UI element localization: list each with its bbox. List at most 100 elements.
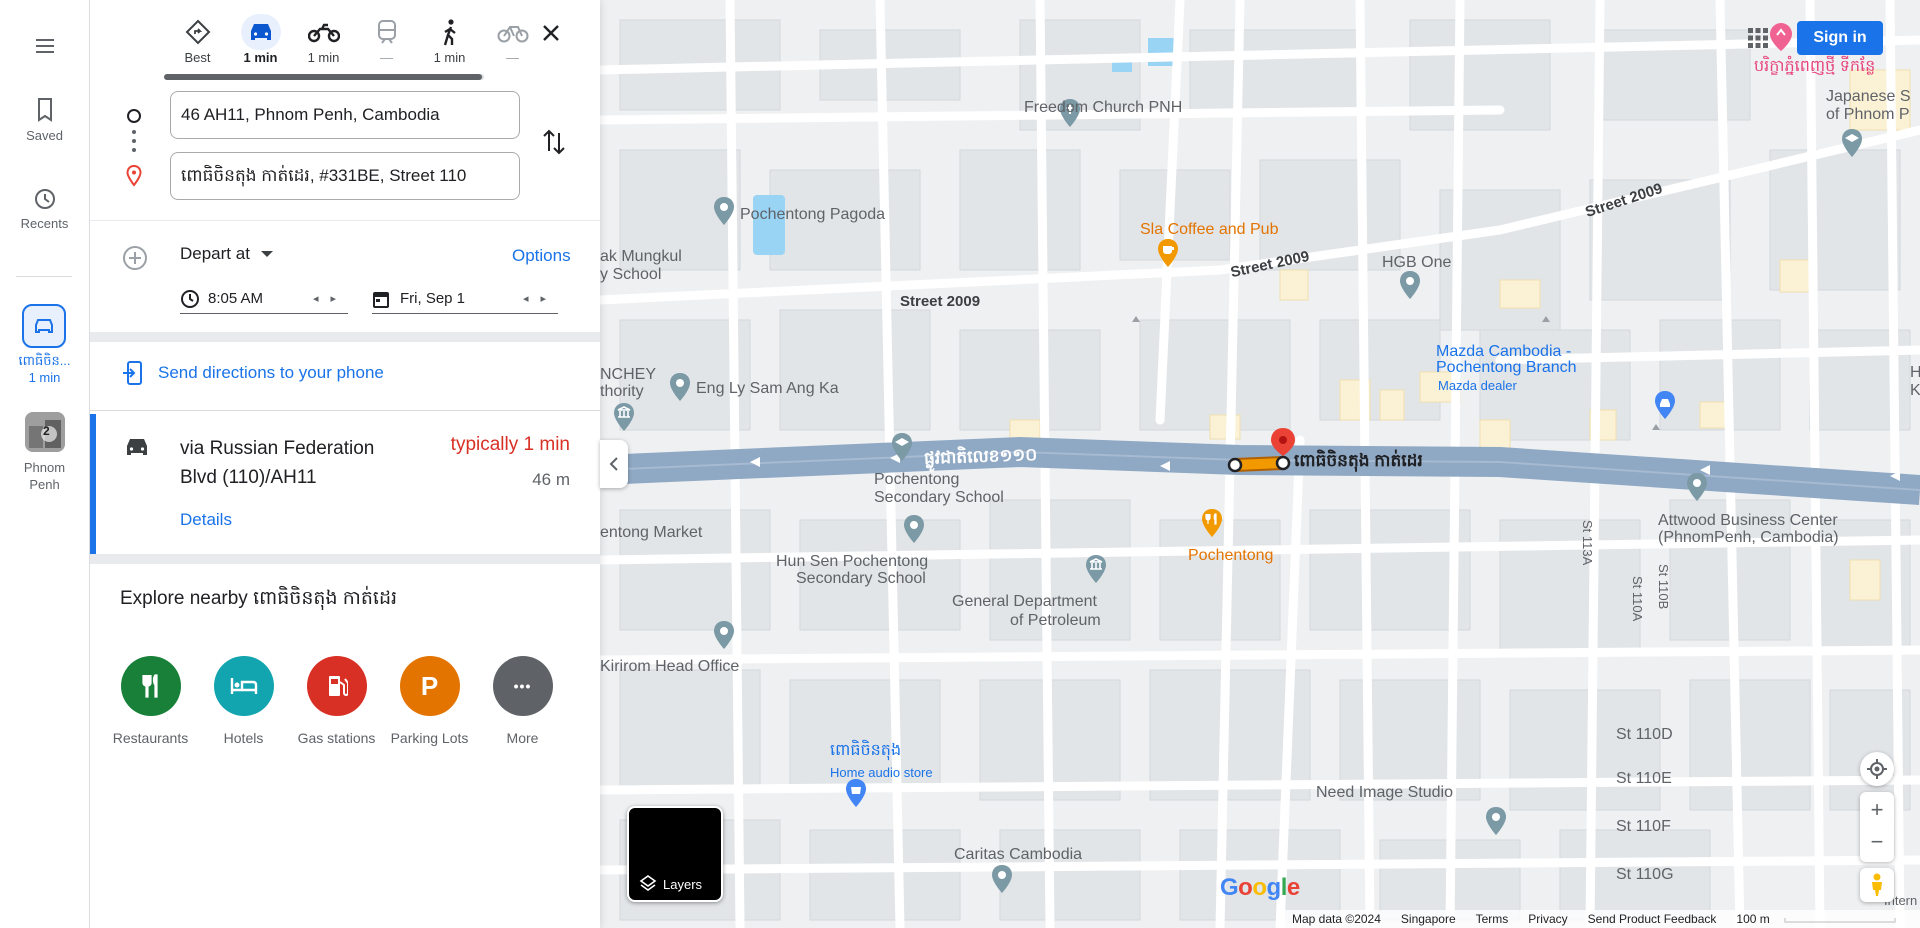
- gas-pump-icon: [328, 676, 348, 696]
- destination-pin-icon: [126, 165, 142, 187]
- history-icon: [34, 189, 55, 209]
- panel-divider: [90, 410, 600, 411]
- map-canvas[interactable]: Freedom Church PNH Pochentong Pagoda Sla…: [600, 0, 1920, 928]
- layers-icon: [639, 875, 657, 891]
- send-to-phone-link[interactable]: Send directions to your phone: [122, 360, 384, 386]
- options-button[interactable]: Options: [512, 246, 571, 266]
- japanese-school-poi-icon[interactable]: [1840, 128, 1864, 158]
- attwood-poi-icon[interactable]: [1685, 472, 1709, 502]
- category-hotels[interactable]: Hotels: [213, 656, 274, 746]
- zoom-in-button[interactable]: +: [1871, 792, 1884, 827]
- mode-motorcycle[interactable]: 1 min: [292, 14, 355, 74]
- depart-time-field[interactable]: 8:05 AM ◂▸: [180, 284, 348, 314]
- map-label-hun-sen-2: Secondary School: [796, 570, 926, 587]
- depart-date-field[interactable]: Fri, Sep 1 ◂▸: [372, 284, 558, 314]
- directions-diamond-icon: [185, 19, 210, 45]
- add-destination-icon[interactable]: [122, 245, 148, 271]
- travel-mode-tabs: Best 1 min 1 min — 1 min —: [166, 14, 544, 74]
- recents-button[interactable]: Recents: [0, 186, 89, 231]
- saved-button[interactable]: Saved: [0, 96, 89, 143]
- route-time-text: typically 1 min: [450, 434, 570, 455]
- route-option-card[interactable]: via Russian Federation Blvd (110)/AH11 t…: [90, 414, 600, 554]
- map-label-destination-kh: ពោធិចិនតុង កាត់ដេរ: [1294, 451, 1423, 470]
- region-link[interactable]: Singapore: [1401, 912, 1456, 926]
- terms-link[interactable]: Terms: [1476, 912, 1509, 926]
- hamburger-icon: [35, 39, 54, 53]
- parking-icon: P: [399, 656, 460, 716]
- mode-walking[interactable]: 1 min: [418, 14, 481, 74]
- map-label-hun-sen-1: Hun Sen Pochentong: [776, 553, 929, 570]
- close-directions-button[interactable]: [540, 22, 562, 49]
- street-view-pegman-button[interactable]: [1860, 868, 1894, 902]
- route-distance-text: 46 m: [532, 470, 570, 489]
- swap-waypoints-button[interactable]: [542, 127, 566, 162]
- map-label-pochentong-market: entong Market: [600, 524, 703, 541]
- map-label-need-image: Need Image Studio: [1316, 784, 1453, 801]
- caritas-poi-icon[interactable]: [990, 864, 1014, 894]
- pagoda-poi-icon[interactable]: [712, 196, 736, 226]
- mode-best[interactable]: Best: [166, 14, 229, 74]
- mode-driving[interactable]: 1 min: [229, 14, 292, 74]
- authority-poi-icon[interactable]: [612, 402, 636, 432]
- pegman-icon: [1872, 873, 1882, 896]
- category-gas-stations[interactable]: Gas stations: [298, 656, 375, 746]
- map-base-layer: [600, 0, 1920, 928]
- mazda-dealer-poi-icon[interactable]: [1653, 390, 1677, 420]
- cafe-poi-icon[interactable]: [1156, 238, 1180, 268]
- map-scale-label[interactable]: 100 m: [1736, 912, 1769, 926]
- send-feedback-link[interactable]: Send Product Feedback: [1588, 912, 1717, 926]
- map-label-eng-ly: Eng Ly Sam Ang Ka: [696, 380, 839, 397]
- hun-sen-school-poi-icon[interactable]: [902, 514, 926, 544]
- map-label-wat-mungkul-school: y School: [600, 266, 662, 283]
- petroleum-poi-icon[interactable]: [1084, 554, 1108, 584]
- calendar-icon: [373, 291, 389, 308]
- zoom-out-button[interactable]: −: [1871, 827, 1884, 862]
- eng-ly-poi-icon[interactable]: [668, 372, 692, 402]
- map-label-pochentong-pagoda: Pochentong Pagoda: [740, 206, 886, 223]
- home-audio-poi-icon[interactable]: [844, 778, 868, 808]
- need-image-poi-icon[interactable]: [1484, 806, 1508, 836]
- my-location-button[interactable]: [1860, 752, 1894, 786]
- hgb-one-poi-icon[interactable]: [1398, 270, 1422, 300]
- map-label-st-110d: St 110D: [1616, 726, 1673, 743]
- privacy-link[interactable]: Privacy: [1528, 912, 1567, 926]
- train-icon: [377, 20, 396, 44]
- mode-cycling[interactable]: —: [481, 14, 544, 74]
- school-poi-icon[interactable]: [890, 432, 914, 462]
- map-label-freedom-church: Freedom Church PNH: [1024, 99, 1183, 116]
- time-step-arrows-icon[interactable]: ◂▸: [313, 292, 348, 305]
- restaurant-poi-icon[interactable]: [1200, 508, 1224, 538]
- mode-cycling-label: —: [506, 50, 519, 65]
- walking-icon: [443, 19, 456, 46]
- sign-in-button[interactable]: Sign in: [1797, 21, 1883, 55]
- map-label-pochentong-school-1: Pochentong: [874, 471, 960, 488]
- category-hotels-label: Hotels: [223, 730, 264, 746]
- depart-at-dropdown[interactable]: Depart at: [180, 244, 274, 264]
- rail-phnom-penh-thumbnail[interactable]: 2: [25, 412, 65, 452]
- map-label-kirirom: Kirirom Head Office: [600, 658, 740, 675]
- google-apps-button[interactable]: [1748, 28, 1768, 53]
- directions-panel: Best 1 min 1 min — 1 min — 46 AH11, Phno…: [90, 0, 600, 928]
- menu-button[interactable]: [0, 34, 89, 62]
- destination-input[interactable]: ពោធិចិនតុង កាត់ដេរ, #331BE, Street 110: [170, 152, 520, 200]
- category-parking-lots[interactable]: P Parking Lots: [391, 656, 468, 746]
- rail-trip-button[interactable]: [22, 304, 66, 348]
- category-restaurants[interactable]: Restaurants: [113, 656, 188, 746]
- origin-input[interactable]: 46 AH11, Phnom Penh, Cambodia: [170, 91, 520, 139]
- mode-transit[interactable]: —: [355, 14, 418, 74]
- kirirom-poi-icon[interactable]: [712, 620, 736, 650]
- category-more[interactable]: ••• More: [492, 656, 553, 746]
- date-step-arrows-icon[interactable]: ◂▸: [523, 292, 558, 305]
- map-label-attwood-2: (PhnomPenh, Cambodia): [1658, 529, 1839, 546]
- map-label-pochentong-school-2: Secondary School: [874, 489, 1004, 506]
- rail-phnom-penh-label: Phnom Penh: [0, 459, 89, 493]
- waypoint-dots-icon: [132, 130, 136, 157]
- layers-button[interactable]: Layers: [627, 806, 723, 902]
- collapse-panel-button[interactable]: [600, 440, 628, 488]
- map-label-japanese-school-1: Japanese S: [1826, 88, 1911, 105]
- map-label-attwood-1: Attwood Business Center: [1658, 512, 1838, 529]
- route-details-link[interactable]: Details: [180, 510, 232, 530]
- map-label-kh-top-right: បរិក្ខាភ្នំពេញថ្មី ទីកន្លែ: [1754, 58, 1876, 75]
- google-logo: Google: [1220, 874, 1300, 901]
- bicycle-icon: [497, 26, 528, 43]
